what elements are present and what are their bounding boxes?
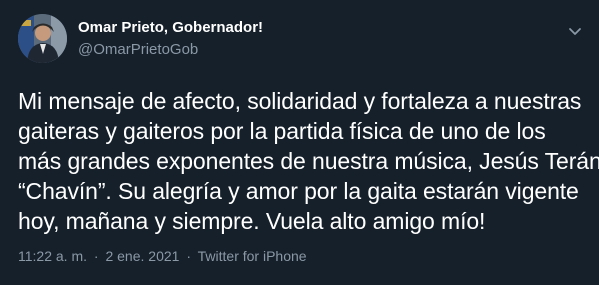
chevron-down-icon[interactable] (566, 22, 584, 40)
tweet-date[interactable]: 2 ene. 2021 (105, 248, 179, 264)
tweet-card: Omar Prieto, Gobernador! @OmarPrietoGob … (0, 0, 599, 285)
tweet-text-line: hoy, mañana y siempre. Vuela alto amigo … (18, 208, 486, 234)
meta-separator: · (186, 248, 191, 264)
tweet-text-line: más grandes exponentes de nuestra música… (18, 148, 599, 174)
author-handle[interactable]: @OmarPrietoGob (78, 41, 198, 58)
meta-separator: · (93, 248, 99, 264)
tweet-text-line: Mi mensaje de afecto, solidaridad y fort… (18, 88, 582, 114)
tweet-source[interactable]: Twitter for iPhone (198, 248, 307, 264)
author-name[interactable]: Omar Prieto, Gobernador! (78, 19, 263, 36)
tweet-time[interactable]: 11:22 a. m. (18, 248, 87, 264)
tweet-text: Mi mensaje de afecto, solidaridad y fort… (18, 86, 599, 236)
tweet-text-line: “Chavín”. Su alegría y amor por la gaita… (18, 178, 579, 204)
tweet-text-line: gaiteras y gaiteros por la partida físic… (18, 118, 546, 144)
tweet-meta: 11:22 a. m. · 2 ene. 2021 · Twitter for … (18, 248, 307, 264)
avatar[interactable] (18, 14, 67, 63)
